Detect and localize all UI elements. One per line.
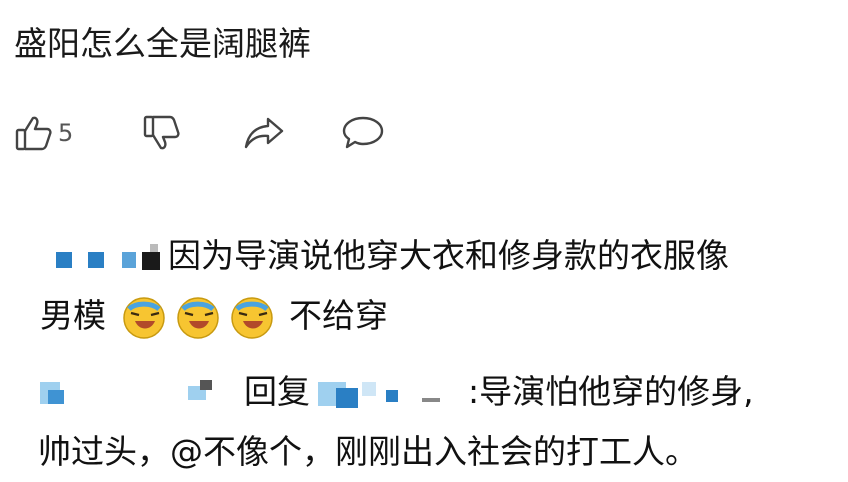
laughing-crying-emoji-2 (175, 295, 221, 341)
like-count: 5 (58, 119, 74, 147)
comment-1: 因为导演说他穿大衣和修身款的衣服像 男模 不给穿 (40, 226, 846, 346)
comment-1-text-b: 男模 (40, 296, 106, 335)
reply-label: 回复 (244, 372, 310, 411)
share-arrow-icon (242, 113, 286, 153)
action-bar: 5 (14, 108, 414, 158)
redacted-username (56, 243, 168, 272)
redacted-username (38, 379, 244, 408)
comment-2: 回复 :导演怕他穿的修身, 帅过头，@不像个，刚刚出入社会的打工人。 (38, 362, 838, 482)
comment-button[interactable] (340, 108, 386, 158)
comment-2-text-a: :导演怕他穿的修身, (468, 372, 754, 411)
post-title: 盛阳怎么全是阔腿裤 (14, 24, 311, 63)
share-button[interactable] (242, 108, 286, 158)
dislike-button[interactable] (142, 108, 182, 158)
thumbs-up-icon (14, 113, 54, 153)
like-button[interactable]: 5 (14, 108, 73, 158)
redacted-username (318, 380, 468, 408)
laughing-crying-emoji-1 (121, 295, 167, 341)
comment-2-text-b: 帅过头，@不像个，刚刚出入社会的打工人。 (38, 432, 698, 471)
comment-bubble-icon (340, 113, 386, 153)
comment-1-text-c: 不给穿 (289, 296, 388, 335)
laughing-crying-emoji-3 (229, 295, 275, 341)
comment-1-text-a: 因为导演说他穿大衣和修身款的衣服像 (168, 236, 729, 275)
thumbs-down-icon (142, 113, 182, 153)
